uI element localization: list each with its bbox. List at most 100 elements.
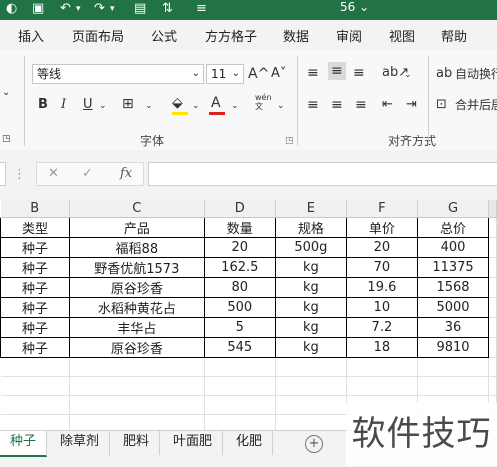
- sort-icon[interactable]: ⇅: [162, 1, 173, 16]
- decrease-indent-icon[interactable]: ⇤: [382, 96, 393, 114]
- cell[interactable]: [69, 376, 205, 396]
- cell[interactable]: 种子: [0, 237, 70, 258]
- cell[interactable]: [488, 237, 497, 258]
- cell[interactable]: [488, 257, 497, 278]
- cell[interactable]: 11375: [416, 257, 490, 278]
- font-name-select[interactable]: 等线 ⌄: [32, 64, 204, 84]
- tab-review[interactable]: 审阅: [336, 26, 362, 45]
- undo-icon[interactable]: ↶: [60, 1, 71, 16]
- cell[interactable]: 种子: [0, 297, 70, 318]
- cell[interactable]: 9810: [416, 337, 490, 358]
- formula-input[interactable]: [148, 162, 497, 186]
- cell[interactable]: [488, 376, 497, 396]
- redo-dropdown-icon[interactable]: ▾: [110, 4, 115, 14]
- fill-color-icon[interactable]: ⬙: [172, 94, 183, 112]
- cell[interactable]: [488, 297, 497, 318]
- cell[interactable]: 36: [416, 317, 490, 338]
- sheet-tab-fertilizer[interactable]: 肥料: [113, 431, 161, 455]
- sheet-tab-chemical-fertilizer[interactable]: 化肥: [226, 431, 274, 455]
- align-top-icon[interactable]: ≡: [307, 64, 319, 82]
- cell[interactable]: [69, 414, 205, 430]
- clipboard-dropdown-icon[interactable]: ⌄: [2, 84, 10, 102]
- align-right-icon[interactable]: ≡: [355, 96, 367, 114]
- shrink-font-button[interactable]: A˅: [271, 65, 286, 83]
- bold-button[interactable]: B: [38, 96, 48, 114]
- cell[interactable]: 福稻88: [68, 237, 205, 258]
- cell[interactable]: 野香优航1573: [68, 257, 205, 278]
- orientation-dropdown-icon[interactable]: ⌄: [404, 66, 412, 84]
- cell[interactable]: [204, 395, 276, 415]
- cell[interactable]: [488, 317, 497, 338]
- add-sheet-icon[interactable]: +: [305, 435, 323, 453]
- cell[interactable]: [69, 395, 205, 415]
- cell[interactable]: 500: [203, 297, 276, 318]
- cell[interactable]: [204, 414, 276, 430]
- underline-button[interactable]: U: [83, 96, 93, 114]
- clipboard-launcher-icon[interactable]: ◳: [2, 130, 11, 148]
- tab-help[interactable]: 帮助: [441, 26, 467, 45]
- italic-button[interactable]: I: [61, 96, 66, 114]
- undo-dropdown-icon[interactable]: ▾: [76, 4, 81, 14]
- cell[interactable]: [204, 357, 276, 377]
- cell[interactable]: 7.2: [345, 317, 418, 338]
- sheet-tab-foliar-fertilizer[interactable]: 叶面肥: [163, 431, 224, 455]
- phonetic-guide-button[interactable]: wén 文: [255, 93, 272, 111]
- align-middle-icon[interactable]: ≡: [328, 62, 346, 80]
- cell[interactable]: 种子: [0, 337, 70, 358]
- column-header[interactable]: G: [417, 200, 490, 218]
- column-header[interactable]: [488, 200, 497, 218]
- tab-fangfang[interactable]: 方方格子: [205, 26, 257, 45]
- cell[interactable]: [204, 376, 276, 396]
- fill-dropdown-icon[interactable]: ⌄: [192, 97, 200, 115]
- cell[interactable]: 162.5: [203, 257, 276, 278]
- borders-icon[interactable]: ⊞: [122, 95, 134, 113]
- redo-icon[interactable]: ↷: [94, 1, 105, 16]
- underline-dropdown-icon[interactable]: ⌄: [99, 97, 107, 115]
- column-header[interactable]: F: [346, 200, 418, 218]
- cell[interactable]: [488, 217, 497, 238]
- cell[interactable]: [488, 277, 497, 298]
- cell[interactable]: 原谷珍香: [68, 277, 205, 298]
- cell[interactable]: 水稻种黄花占: [68, 297, 205, 318]
- cell[interactable]: 20: [345, 237, 418, 258]
- font-color-icon[interactable]: A: [211, 94, 221, 112]
- cell[interactable]: 80: [203, 277, 276, 298]
- autosave-toggle-icon[interactable]: ◐: [6, 1, 17, 16]
- cell[interactable]: [275, 376, 347, 396]
- grow-font-button[interactable]: A^: [248, 65, 269, 83]
- cell[interactable]: 20: [203, 237, 276, 258]
- header-cell[interactable]: 数量: [203, 217, 276, 238]
- cell[interactable]: kg: [274, 277, 347, 298]
- column-header[interactable]: E: [275, 200, 347, 218]
- cell[interactable]: 70: [345, 257, 418, 278]
- cell[interactable]: 19.6: [345, 277, 418, 298]
- cell[interactable]: 种子: [0, 277, 70, 298]
- column-header[interactable]: B: [0, 200, 70, 218]
- align-center-icon[interactable]: ≡: [331, 96, 343, 114]
- cell[interactable]: 18: [345, 337, 418, 358]
- cell[interactable]: 400: [416, 237, 490, 258]
- header-cell[interactable]: 规格: [274, 217, 347, 238]
- wrap-text-icon[interactable]: ab: [436, 65, 452, 83]
- cell[interactable]: [417, 376, 490, 396]
- cell[interactable]: [0, 414, 70, 430]
- cell[interactable]: [0, 357, 70, 377]
- cell[interactable]: 种子: [0, 257, 70, 278]
- font-color-dropdown-icon[interactable]: ⌄: [231, 97, 239, 115]
- wrap-text-button[interactable]: 自动换行: [455, 65, 497, 83]
- cell[interactable]: [69, 357, 205, 377]
- cell[interactable]: 丰华占: [68, 317, 205, 338]
- tab-insert[interactable]: 插入: [18, 26, 44, 45]
- tab-page-layout[interactable]: 页面布局: [72, 26, 124, 45]
- cell[interactable]: kg: [274, 337, 347, 358]
- cell[interactable]: [346, 357, 418, 377]
- phonetic-dropdown-icon[interactable]: ⌄: [277, 97, 285, 115]
- merge-center-button[interactable]: 合并后居中: [455, 96, 497, 114]
- format-painter-icon[interactable]: ▤: [134, 1, 146, 16]
- cell[interactable]: [0, 376, 70, 396]
- header-cell[interactable]: 单价: [345, 217, 418, 238]
- cell[interactable]: [275, 357, 347, 377]
- align-bottom-icon[interactable]: ≡: [353, 64, 365, 82]
- customize-qat-icon[interactable]: ≡: [196, 1, 207, 16]
- cell[interactable]: kg: [274, 257, 347, 278]
